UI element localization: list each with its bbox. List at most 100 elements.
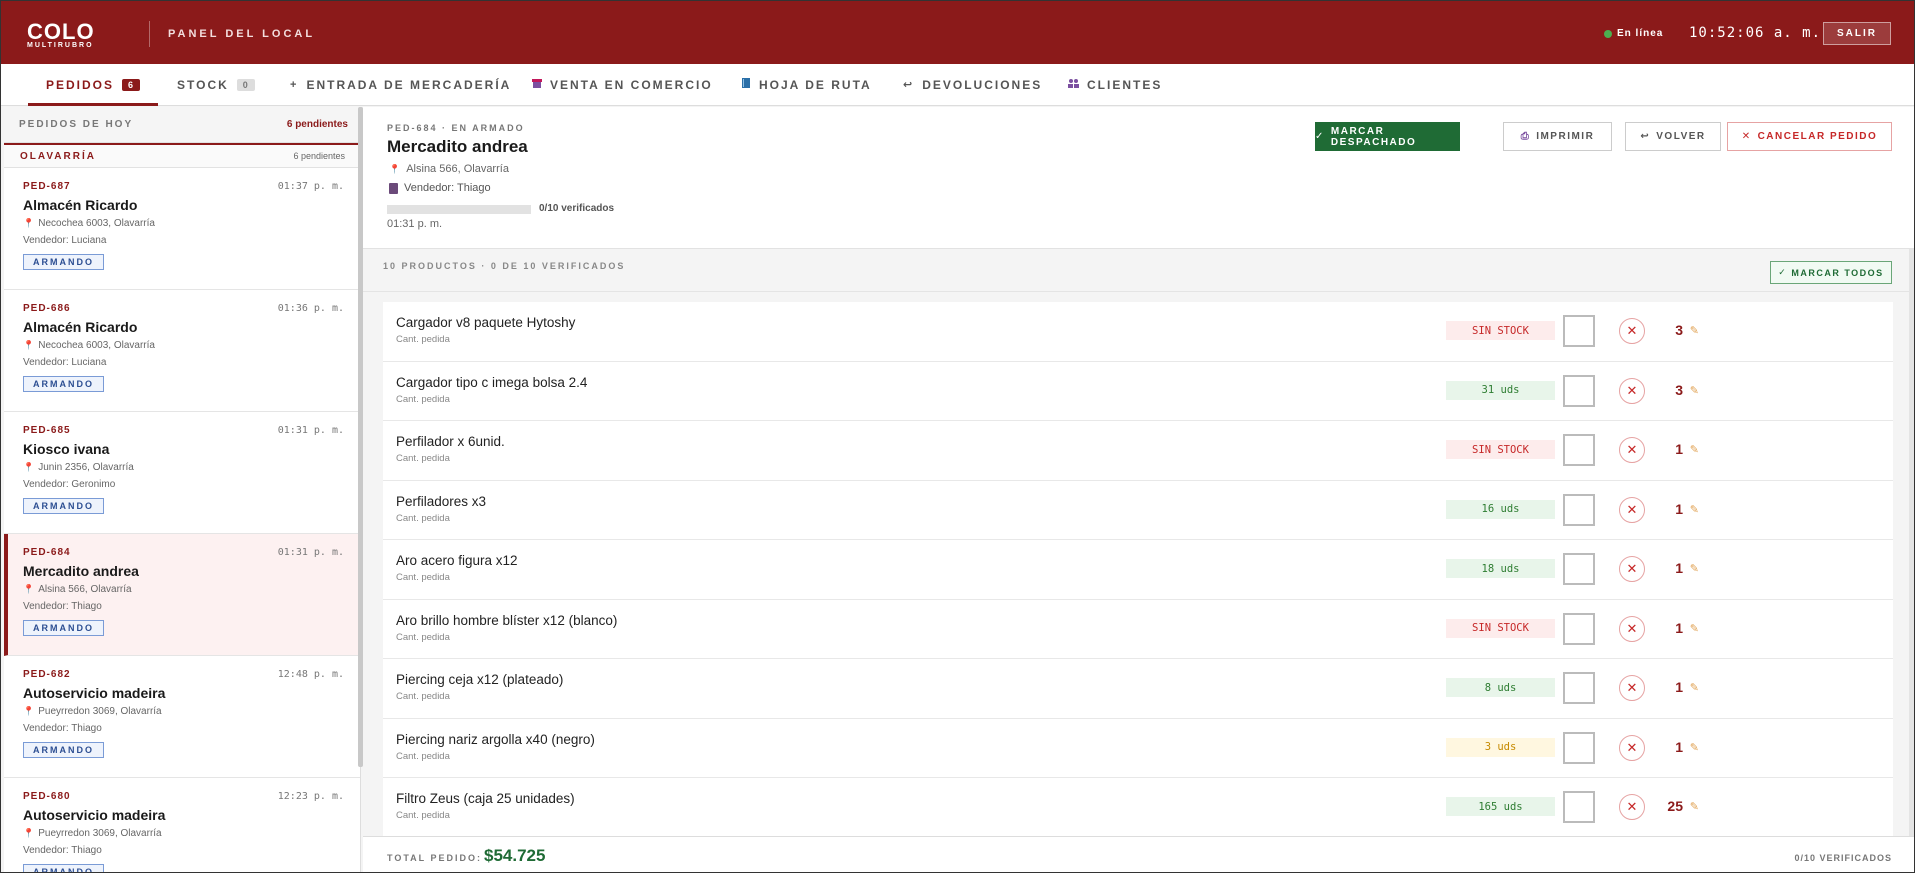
product-qty[interactable]: 1 xyxy=(1675,560,1683,576)
remove-item-button[interactable]: ✕ xyxy=(1619,556,1645,582)
tab-hoja-de-ruta[interactable]: HOJA DE RUTA xyxy=(741,64,872,105)
edit-icon[interactable]: ✎ xyxy=(1690,741,1699,754)
order-seller: Vendedor: Thiago xyxy=(23,723,102,734)
orders-sidebar: PEDIDOS DE HOY 6 pendientes OLAVARRÍA 6 … xyxy=(4,107,361,872)
stock-badge: 165 uds xyxy=(1446,797,1555,816)
order-address: 📍 Pueyrredon 3069, Olavarría xyxy=(23,828,344,839)
print-button[interactable]: ⎙ IMPRIMIR xyxy=(1503,122,1612,151)
edit-icon[interactable]: ✎ xyxy=(1690,443,1699,456)
mark-dispatched-button[interactable]: ✓ MARCAR DESPACHADO xyxy=(1315,122,1460,151)
verified-count: 0/10 verificados xyxy=(539,203,615,214)
edit-icon[interactable]: ✎ xyxy=(1690,800,1699,813)
order-address-text: Pueyrredon 3069, Olavarría xyxy=(38,828,162,839)
edit-icon[interactable]: ✎ xyxy=(1690,384,1699,397)
order-card[interactable]: PED-687 01:37 p. m. Almacén Ricardo 📍 Nec… xyxy=(4,168,360,290)
product-row: Aro brillo hombre blíster x12 (blanco) C… xyxy=(383,599,1893,659)
products-scrollbar[interactable] xyxy=(1909,249,1914,836)
button-label: MARCAR DESPACHADO xyxy=(1330,125,1417,148)
cancel-order-button[interactable]: ✕ CANCELAR PEDIDO xyxy=(1727,122,1892,151)
app-window: COLO MULTIRUBRO PANEL DEL LOCAL En línea… xyxy=(0,0,1915,873)
edit-icon[interactable]: ✎ xyxy=(1690,503,1699,516)
remove-item-button[interactable]: ✕ xyxy=(1619,615,1645,642)
detail-seller: Vendedor: Thiago xyxy=(389,182,491,194)
verify-checkbox[interactable] xyxy=(1563,493,1595,526)
tab-label: STOCK xyxy=(177,77,229,92)
remove-item-button[interactable]: ✕ xyxy=(1619,496,1645,523)
remove-item-button[interactable]: ✕ xyxy=(1619,437,1645,463)
tab-count-badge: 6 xyxy=(122,78,141,91)
qty-caption: Cant. pedida xyxy=(396,393,450,405)
main-tabs: PEDIDOS 6 STOCK 0 + ENTRADA DE MERCADERÍ… xyxy=(1,64,1914,106)
close-icon: ✕ xyxy=(1741,131,1752,142)
logo-sub-text: MULTIRUBRO xyxy=(27,42,94,49)
tab-stock[interactable]: STOCK 0 xyxy=(177,64,255,105)
tab-entrada-mercaderia[interactable]: + ENTRADA DE MERCADERÍA xyxy=(290,64,511,105)
product-row: Aro acero figura x12 Cant. pedida 1 ✎ 18… xyxy=(383,540,1893,600)
product-row: Piercing ceja x12 (plateado) Cant. pedid… xyxy=(383,659,1893,719)
detail-seller-text: Vendedor: Thiago xyxy=(404,182,491,194)
logout-button[interactable]: SALIR xyxy=(1823,22,1891,45)
button-label: VOLVER xyxy=(1656,131,1706,142)
order-card-selected[interactable]: PED-684 01:31 p. m. Mercadito andrea 📍 Al… xyxy=(4,534,360,656)
product-qty[interactable]: 3 xyxy=(1675,322,1683,338)
detail-address: 📍 Alsina 566, Olavarría xyxy=(389,163,509,175)
back-button[interactable]: ↩ VOLVER xyxy=(1625,122,1721,151)
online-dot-icon xyxy=(1604,29,1612,38)
order-address-text: Necochea 6003, Olavarría xyxy=(38,340,155,351)
verify-checkbox[interactable] xyxy=(1563,434,1595,466)
product-qty[interactable]: 1 xyxy=(1675,501,1683,517)
verify-checkbox[interactable] xyxy=(1563,315,1595,347)
order-card[interactable]: PED-682 12:48 p. m. Autoservicio madeira… xyxy=(4,656,360,778)
stock-badge: 16 uds xyxy=(1446,499,1555,519)
remove-item-button[interactable]: ✕ xyxy=(1619,318,1645,344)
tab-pedidos[interactable]: PEDIDOS 6 xyxy=(27,64,159,106)
order-client-name: Almacén Ricardo xyxy=(23,319,138,335)
remove-item-button[interactable]: ✕ xyxy=(1619,377,1645,404)
edit-icon[interactable]: ✎ xyxy=(1690,622,1699,635)
verify-checkbox[interactable] xyxy=(1563,612,1595,645)
verify-checkbox[interactable] xyxy=(1563,791,1595,823)
product-qty[interactable]: 25 xyxy=(1667,798,1683,814)
panel-title: PANEL DEL LOCAL xyxy=(168,28,316,40)
product-qty[interactable]: 1 xyxy=(1675,620,1683,636)
pin-icon: 📍 xyxy=(23,706,35,716)
remove-item-button[interactable]: ✕ xyxy=(1619,734,1645,761)
product-name: Perfilador x 6unid. xyxy=(396,434,505,449)
product-qty[interactable]: 1 xyxy=(1675,441,1683,457)
button-label: IMPRIMIR xyxy=(1536,131,1595,142)
verify-checkbox[interactable] xyxy=(1563,672,1595,704)
product-list: Cargador v8 paquete Hytoshy Cant. pedida… xyxy=(383,302,1893,838)
product-qty[interactable]: 1 xyxy=(1675,679,1683,695)
order-client-name: Almacén Ricardo xyxy=(23,197,138,213)
edit-icon[interactable]: ✎ xyxy=(1690,562,1699,575)
product-qty[interactable]: 3 xyxy=(1675,382,1683,398)
tab-label: CLIENTES xyxy=(1087,77,1163,92)
verify-checkbox[interactable] xyxy=(1563,731,1595,764)
tab-devoluciones[interactable]: ↩ DEVOLUCIONES xyxy=(903,64,1042,105)
tab-label: ENTRADA DE MERCADERÍA xyxy=(306,77,512,92)
tab-venta-comercio[interactable]: VENTA EN COMERCIO xyxy=(532,64,713,105)
product-qty[interactable]: 1 xyxy=(1675,739,1683,755)
qty-caption: Cant. pedida xyxy=(396,810,450,821)
order-address-text: Junin 2356, Olavarría xyxy=(38,462,134,473)
order-card[interactable]: PED-680 12:23 p. m. Autoservicio madeira… xyxy=(4,778,360,872)
order-time: 01:31 p. m. xyxy=(277,547,344,558)
status-badge: ARMANDO xyxy=(23,864,104,872)
detail-address-text: Alsina 566, Olavarría xyxy=(406,163,509,175)
clock: 10:52:06 a. m. xyxy=(1689,25,1822,41)
tab-clientes[interactable]: CLIENTES xyxy=(1068,64,1162,105)
order-card[interactable]: PED-685 01:31 p. m. Kiosco ivana 📍 Junin … xyxy=(4,412,360,534)
edit-icon[interactable]: ✎ xyxy=(1690,324,1699,337)
verify-checkbox[interactable] xyxy=(1563,374,1595,407)
remove-item-button[interactable]: ✕ xyxy=(1619,794,1645,820)
edit-icon[interactable]: ✎ xyxy=(1690,681,1699,694)
qty-caption: Cant. pedida xyxy=(396,334,450,345)
mark-all-button[interactable]: ✓ MARCAR TODOS xyxy=(1770,261,1892,284)
button-label: MARCAR TODOS xyxy=(1791,267,1884,278)
remove-item-button[interactable]: ✕ xyxy=(1619,675,1645,701)
verify-checkbox[interactable] xyxy=(1563,553,1595,585)
order-seller: Vendedor: Luciana xyxy=(23,357,107,368)
product-name: Filtro Zeus (caja 25 unidades) xyxy=(396,791,575,806)
pin-icon: 📍 xyxy=(23,340,35,350)
order-card[interactable]: PED-686 01:36 p. m. Almacén Ricardo 📍 Nec… xyxy=(4,290,360,412)
